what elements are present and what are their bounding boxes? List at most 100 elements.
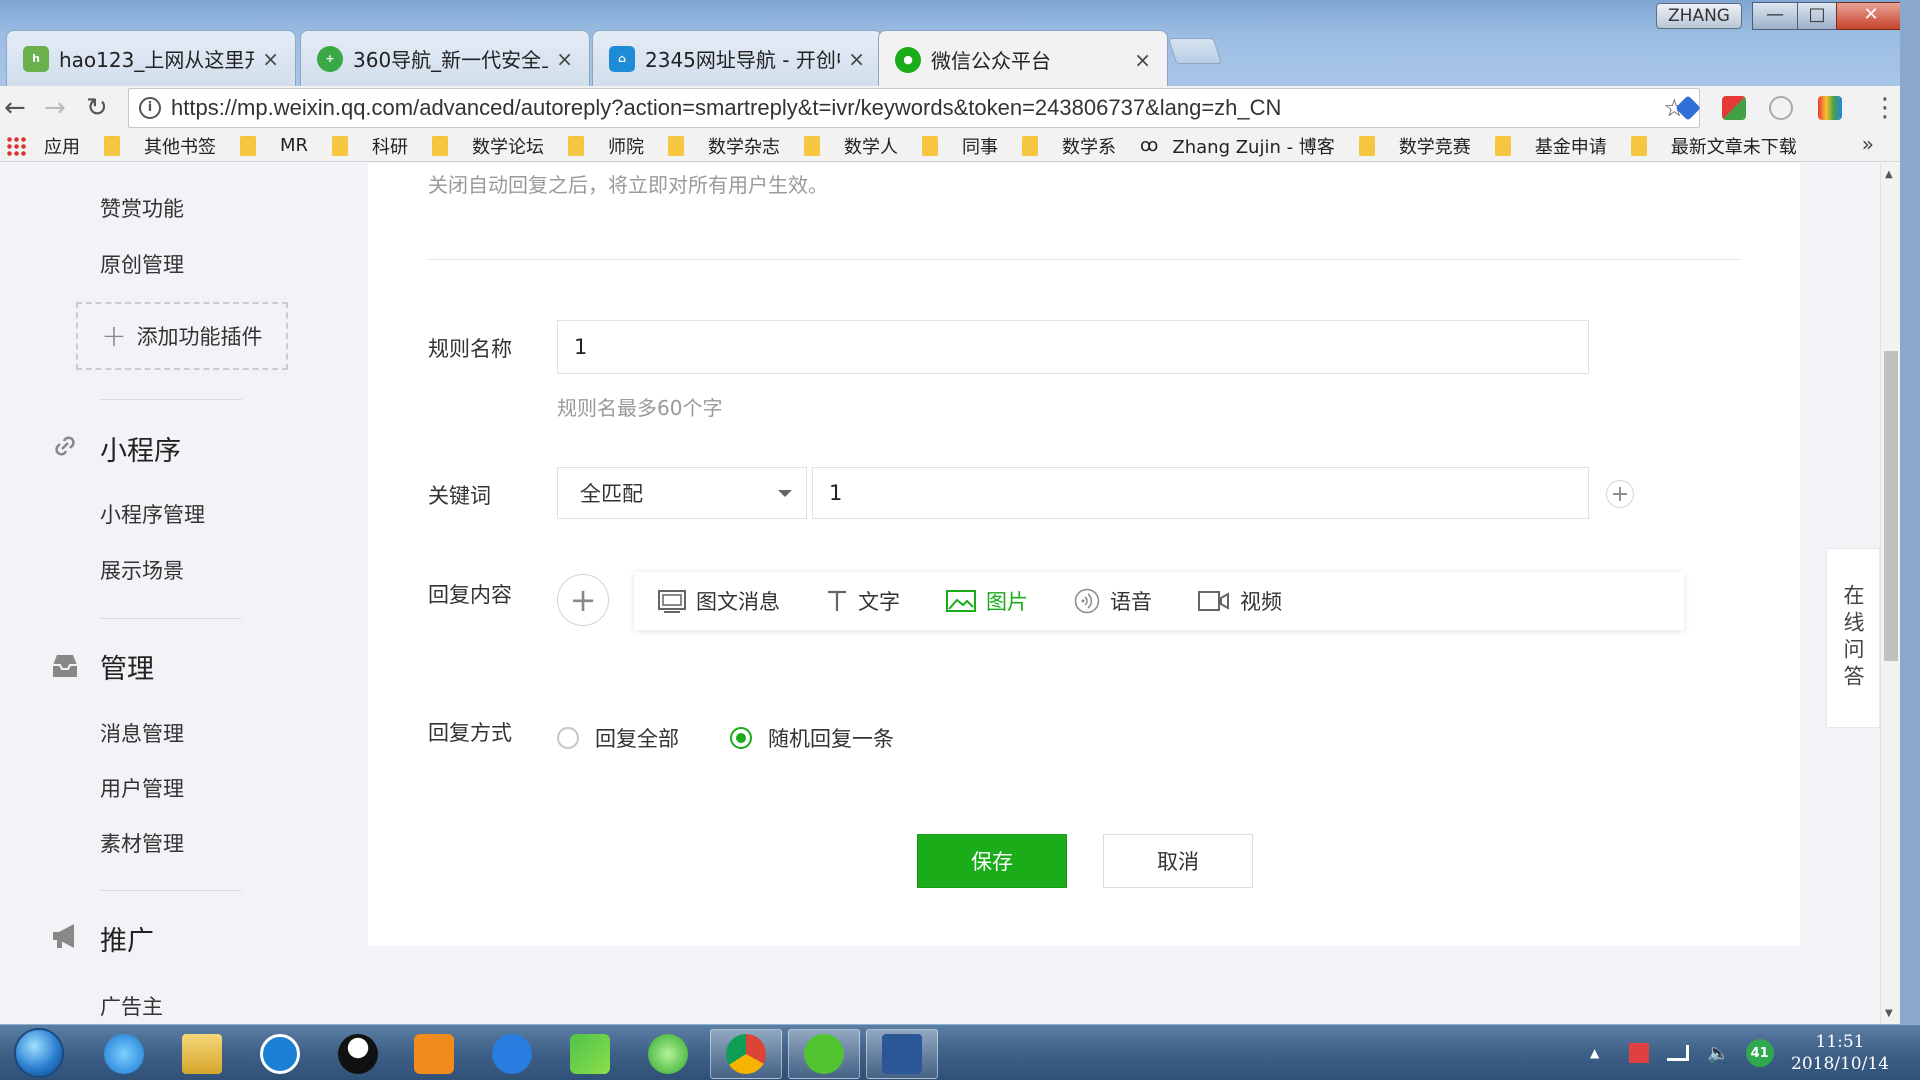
online-qa-button[interactable]: 在线问答 bbox=[1826, 548, 1880, 728]
sidebar-item-miniprogram-manage[interactable]: 小程序管理 bbox=[100, 499, 205, 529]
maximize-button[interactable]: □ bbox=[1797, 2, 1837, 30]
start-button[interactable] bbox=[14, 1028, 64, 1078]
bookmark-folder[interactable]: 数学论坛 bbox=[432, 133, 544, 159]
tab-hao123[interactable]: h hao123_上网从这里开始 × bbox=[6, 30, 296, 86]
match-mode-select[interactable]: 全匹配 bbox=[557, 467, 807, 519]
bookmark-folder[interactable]: 数学系 bbox=[1022, 133, 1116, 159]
tab-close-icon[interactable]: × bbox=[556, 47, 573, 71]
bookmark-folder[interactable]: MR bbox=[240, 135, 308, 156]
tab-close-icon[interactable]: × bbox=[262, 47, 279, 71]
taskbar-ie[interactable] bbox=[88, 1029, 160, 1079]
tab-title: 360导航_新一代安全上网 bbox=[353, 48, 548, 72]
volume-icon[interactable]: 🔈 bbox=[1707, 1043, 1729, 1064]
autoreply-rule-form: 关闭自动回复之后，将立即对所有用户生效。 规则名称 1 规则名最多60个字 关键… bbox=[368, 163, 1800, 946]
bookmark-folder[interactable]: 基金申请 bbox=[1494, 133, 1607, 159]
window-frame-edge bbox=[1900, 0, 1920, 1080]
autoreply-off-hint: 关闭自动回复之后，将立即对所有用户生效。 bbox=[428, 173, 828, 197]
bookmarks-overflow-button[interactable]: » bbox=[1862, 132, 1874, 156]
bookmark-folder[interactable]: 数学人 bbox=[804, 133, 898, 159]
add-plugin-button[interactable]: + 添加功能插件 bbox=[76, 302, 288, 370]
chrome-menu-icon[interactable]: ⋮ bbox=[1872, 94, 1898, 122]
tab-2345[interactable]: ⌂ 2345网址导航 - 开创中国 × bbox=[592, 30, 882, 86]
rule-name-input[interactable]: 1 bbox=[557, 320, 1589, 374]
reply-type-voice[interactable]: 语音 bbox=[1074, 586, 1152, 616]
sidebar-item-advertiser[interactable]: 广告主 bbox=[100, 991, 163, 1021]
sidebar-item-material-manage[interactable]: 素材管理 bbox=[100, 828, 184, 858]
address-bar[interactable]: i https://mp.weixin.qq.com/advanced/auto… bbox=[128, 88, 1700, 128]
reply-type-text[interactable]: 文字 bbox=[826, 586, 900, 616]
security-badge-icon[interactable]: 41 bbox=[1745, 1039, 1774, 1067]
rule-name-hint: 规则名最多60个字 bbox=[557, 396, 723, 420]
image-icon bbox=[946, 590, 976, 612]
bookmark-link[interactable]: ꝏ Zhang Zujin - 博客 bbox=[1140, 133, 1335, 159]
reply-mode-all-radio[interactable]: 回复全部 bbox=[557, 723, 679, 753]
sidebar-item-original[interactable]: 原创管理 bbox=[100, 249, 184, 279]
bookmark-folder[interactable]: 同事 bbox=[922, 133, 998, 159]
scroll-thumb[interactable] bbox=[1884, 351, 1898, 661]
reply-type-label: 视频 bbox=[1240, 590, 1282, 614]
tray-expand-icon[interactable]: ▲ bbox=[1590, 1046, 1599, 1060]
add-reply-button[interactable]: + bbox=[557, 574, 609, 626]
system-tray: ▲ 🔈 41 bbox=[1590, 1025, 1774, 1080]
tab-wechat-mp[interactable]: ● 微信公众平台 × bbox=[878, 30, 1168, 88]
taskbar-media-player[interactable] bbox=[398, 1029, 470, 1079]
bookmark-folder[interactable]: 师院 bbox=[568, 133, 644, 159]
sidebar-item-display-scene[interactable]: 展示场景 bbox=[100, 555, 184, 585]
bookmark-folder[interactable]: 科研 bbox=[332, 133, 408, 159]
sidebar-item-message-manage[interactable]: 消息管理 bbox=[100, 718, 184, 748]
taskbar-clock[interactable]: 11:51 2018/10/14 bbox=[1780, 1031, 1900, 1075]
network-icon[interactable] bbox=[1667, 1045, 1690, 1061]
taskbar-qq[interactable] bbox=[322, 1029, 394, 1079]
bookmark-folder[interactable]: 数学竞赛 bbox=[1358, 133, 1471, 159]
taskbar-kugou[interactable] bbox=[244, 1029, 316, 1079]
reload-button[interactable]: ↻ bbox=[86, 94, 108, 122]
tab-close-icon[interactable]: × bbox=[848, 47, 865, 71]
url-text[interactable]: https://mp.weixin.qq.com/advanced/autore… bbox=[171, 95, 1663, 121]
bookmark-folder[interactable]: 其他书签 bbox=[104, 133, 216, 159]
sidebar-heading-promotion: 推广 bbox=[100, 926, 154, 957]
taskbar-360browser[interactable] bbox=[632, 1029, 704, 1079]
video-icon bbox=[1198, 591, 1229, 611]
rule-name-label: 规则名称 bbox=[428, 337, 512, 361]
scroll-down-icon[interactable]: ▼ bbox=[1885, 1008, 1893, 1019]
bookmark-label: 科研 bbox=[372, 136, 409, 158]
bookmark-folder[interactable]: 最新文章未下载 bbox=[1630, 133, 1797, 159]
extension-icon[interactable] bbox=[1818, 96, 1842, 120]
reply-mode-random-radio[interactable]: 随机回复一条 bbox=[730, 723, 894, 753]
inbox-icon bbox=[53, 655, 77, 677]
taskbar-word[interactable] bbox=[866, 1029, 938, 1079]
reply-type-image[interactable]: 图片 bbox=[946, 586, 1028, 616]
page-scrollbar[interactable]: ▲ ▼ bbox=[1880, 163, 1900, 1024]
ie-icon bbox=[104, 1034, 144, 1074]
extension-icon[interactable] bbox=[1722, 96, 1746, 120]
save-button[interactable]: 保存 bbox=[917, 834, 1067, 888]
sidebar-item-reward[interactable]: 赞赏功能 bbox=[100, 193, 184, 223]
taskbar-wechat[interactable] bbox=[788, 1029, 860, 1079]
new-tab-button[interactable] bbox=[1167, 38, 1223, 64]
forward-button[interactable]: → bbox=[44, 94, 66, 122]
action-center-flag-icon[interactable] bbox=[1629, 1043, 1650, 1063]
taskbar-explorer[interactable] bbox=[166, 1029, 238, 1079]
tab-360[interactable]: + 360导航_新一代安全上网 × bbox=[300, 30, 590, 86]
taskbar-video-player[interactable] bbox=[476, 1029, 548, 1079]
minimize-button[interactable]: — bbox=[1752, 2, 1798, 30]
tab-close-icon[interactable]: × bbox=[1134, 48, 1151, 72]
plus-icon: + bbox=[569, 581, 597, 619]
reply-content-label: 回复内容 bbox=[428, 583, 512, 607]
extension-icon[interactable] bbox=[1769, 96, 1793, 120]
bookmark-folder[interactable]: 数学杂志 bbox=[668, 133, 780, 159]
reply-mode-label: 回复方式 bbox=[428, 721, 512, 745]
sidebar-item-user-manage[interactable]: 用户管理 bbox=[100, 773, 184, 803]
close-window-button[interactable]: ✕ bbox=[1836, 2, 1906, 30]
cancel-button[interactable]: 取消 bbox=[1103, 834, 1253, 888]
keyword-input[interactable]: 1 bbox=[812, 467, 1589, 519]
add-keyword-button[interactable]: + bbox=[1606, 480, 1634, 508]
info-icon[interactable]: i bbox=[139, 97, 161, 119]
reply-type-video[interactable]: 视频 bbox=[1198, 586, 1282, 616]
reply-type-news[interactable]: 图文消息 bbox=[658, 586, 780, 616]
taskbar-chrome[interactable] bbox=[710, 1029, 782, 1079]
taskbar-iqiyi[interactable] bbox=[554, 1029, 626, 1079]
bookmark-apps[interactable]: 应用 bbox=[0, 133, 80, 159]
back-button[interactable]: ← bbox=[4, 94, 26, 122]
scroll-up-icon[interactable]: ▲ bbox=[1885, 169, 1893, 180]
